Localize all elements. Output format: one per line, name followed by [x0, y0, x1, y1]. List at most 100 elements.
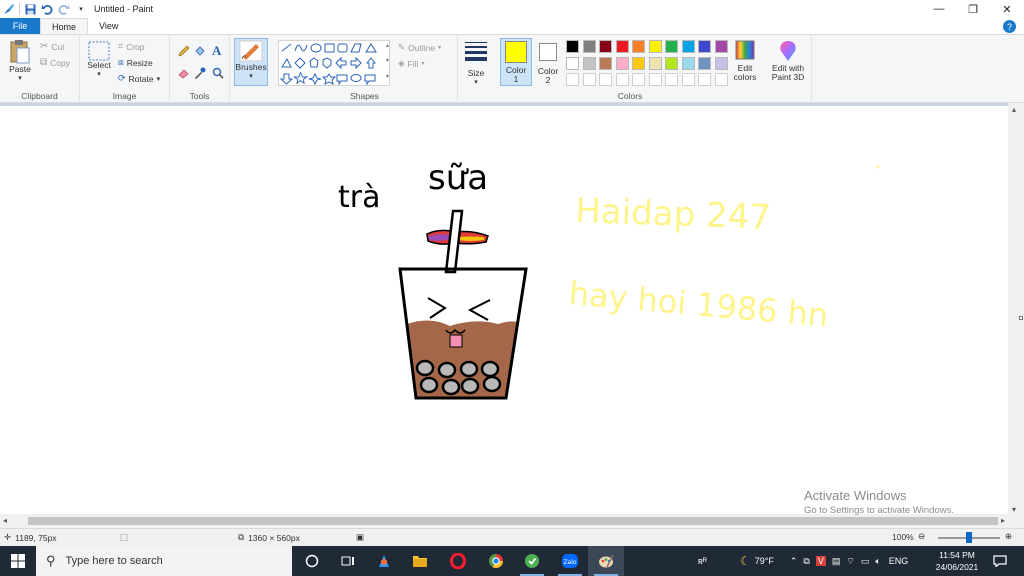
zoom-slider-thumb[interactable] [966, 532, 972, 543]
scroll-up-icon[interactable]: ▴ [1012, 105, 1016, 114]
volume-icon[interactable]: 🔈︎ [875, 556, 880, 567]
close-button[interactable]: ✕ [990, 0, 1024, 18]
palette-swatch[interactable] [648, 40, 662, 53]
shapes-gallery[interactable] [278, 40, 390, 86]
tray-app-icon[interactable]: ⧉ [803, 556, 809, 567]
size-button[interactable]: Size ▾ [462, 40, 490, 87]
custom-color-slot[interactable] [615, 73, 629, 86]
horizontal-scrollbar[interactable]: ◂ ▸ [0, 514, 1008, 528]
maximize-button[interactable]: ❐ [956, 0, 990, 18]
vertical-scrollbar[interactable]: ▴ ▾ [1008, 103, 1024, 528]
scroll-down-icon[interactable]: ▾ [1012, 505, 1016, 514]
outline-button[interactable]: ✎ Outline ▾ [398, 42, 441, 53]
edit-colors-button[interactable]: Edit colors [730, 40, 760, 82]
minimize-button[interactable]: — [922, 0, 956, 18]
vivaldi-tray-icon[interactable]: V [815, 556, 826, 566]
brushes-button[interactable]: Brushes ▾ [234, 38, 268, 86]
rotate-button[interactable]: ⟳ Rotate ▾ [118, 73, 160, 84]
custom-color-slot[interactable] [714, 73, 728, 86]
paint-taskbar-icon[interactable] [588, 546, 624, 576]
taskbar-search-box[interactable]: ⚲ Type here to search [36, 546, 292, 576]
taskbar-app-1-icon[interactable] [366, 546, 402, 576]
cortana-icon[interactable] [294, 546, 330, 576]
custom-color-slot[interactable] [566, 73, 579, 86]
fill-button[interactable]: ◈ Fill ▾ [398, 58, 424, 69]
palette-swatch[interactable] [582, 56, 596, 70]
scroll-right-icon[interactable]: ▸ [1001, 516, 1005, 525]
customize-qat-icon[interactable]: ▾ [74, 2, 88, 16]
resize-button[interactable]: ⧈ Resize [118, 57, 153, 68]
show-hidden-icons-icon[interactable]: ⌃ [790, 556, 798, 567]
custom-color-slot[interactable] [648, 73, 662, 86]
custom-color-slot[interactable] [599, 73, 612, 86]
redo-icon[interactable] [57, 2, 71, 16]
eraser-icon[interactable] [178, 67, 190, 79]
paint-app-icon[interactable] [2, 2, 16, 16]
copy-button[interactable]: ⧉ Copy [40, 57, 70, 68]
palette-swatch[interactable] [632, 40, 645, 53]
custom-color-slot[interactable] [698, 73, 711, 86]
palette-swatch[interactable] [582, 40, 596, 53]
zalo-icon[interactable]: Zalo [552, 546, 588, 576]
palette-swatch[interactable] [599, 56, 612, 70]
task-view-icon[interactable] [330, 546, 366, 576]
shapes-scroll-down-icon[interactable]: ▾ [386, 57, 389, 64]
palette-swatch[interactable] [566, 56, 579, 70]
zoom-in-icon[interactable]: ⊕ [1005, 531, 1012, 542]
tab-file[interactable]: File [0, 18, 40, 34]
paste-button[interactable]: Paste ▾ [6, 39, 34, 83]
tab-view[interactable]: View [88, 18, 129, 34]
weather-temp[interactable]: 79°F [755, 556, 774, 566]
palette-swatch[interactable] [698, 56, 711, 70]
help-icon[interactable]: ? [1003, 20, 1016, 33]
tab-home[interactable]: Home [40, 18, 89, 34]
rr-tray-item[interactable]: ʀᴿ [698, 556, 720, 566]
palette-swatch[interactable] [698, 40, 711, 53]
palette-swatch[interactable] [714, 40, 728, 53]
language-indicator[interactable]: ENG [889, 556, 909, 566]
magnifier-icon[interactable] [212, 67, 224, 79]
scroll-left-icon[interactable]: ◂ [3, 516, 7, 525]
save-icon[interactable] [23, 2, 37, 16]
palette-swatch[interactable] [615, 40, 629, 53]
custom-color-slot[interactable] [582, 73, 596, 86]
custom-color-slot[interactable] [632, 73, 645, 86]
battery-icon[interactable]: ▭ [861, 556, 870, 567]
palette-swatch[interactable] [665, 40, 678, 53]
custom-color-slot[interactable] [681, 73, 695, 86]
select-button[interactable]: Select ▾ [86, 41, 112, 79]
color-picker-icon[interactable] [194, 67, 206, 79]
palette-swatch[interactable] [681, 40, 695, 53]
edit-with-paint3d-button[interactable]: Edit with Paint 3D [766, 40, 810, 82]
wifi-icon[interactable]: ⌔ [846, 556, 854, 567]
start-button[interactable] [0, 546, 36, 576]
undo-icon[interactable] [40, 2, 54, 16]
zoom-out-icon[interactable]: ⊖ [918, 531, 925, 542]
palette-swatch[interactable] [566, 40, 579, 53]
notifications-icon[interactable] [984, 546, 1016, 576]
horizontal-scroll-thumb[interactable] [28, 517, 998, 525]
drawing-canvas[interactable]: trà sữa Haidap 247 hay hoi 1986 hn [0, 106, 1008, 515]
file-explorer-icon[interactable] [402, 546, 438, 576]
color1-button[interactable]: Color 1 [500, 38, 532, 86]
pencil-icon[interactable] [178, 45, 190, 57]
crop-button[interactable]: ⌗ Crop [118, 41, 145, 52]
palette-swatch[interactable] [599, 40, 612, 53]
chrome-icon[interactable] [478, 546, 514, 576]
custom-color-slot[interactable] [665, 73, 678, 86]
taskbar-app-green-icon[interactable] [514, 546, 550, 576]
tray-network-adapter-icon[interactable]: ▤ [832, 556, 841, 567]
cut-button[interactable]: ✂ Cut [40, 41, 65, 52]
fill-bucket-icon[interactable] [194, 45, 206, 57]
canvas-resize-handle[interactable] [1019, 316, 1023, 320]
palette-swatch[interactable] [632, 56, 645, 70]
shapes-scroll-up-icon[interactable]: ▴ [386, 42, 389, 49]
taskbar-clock[interactable]: 11:54 PM 24/06/2021 [930, 549, 984, 573]
palette-swatch[interactable] [714, 56, 728, 70]
text-tool-icon[interactable]: A [212, 43, 221, 59]
palette-swatch[interactable] [648, 56, 662, 70]
palette-swatch[interactable] [681, 56, 695, 70]
shapes-more-icon[interactable]: ▾ [386, 73, 389, 80]
palette-swatch[interactable] [665, 56, 678, 70]
palette-swatch[interactable] [615, 56, 629, 70]
